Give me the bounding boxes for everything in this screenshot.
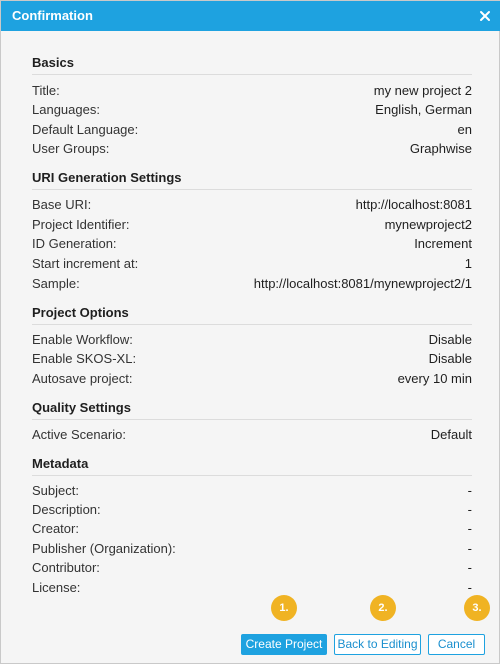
row-license: License: - bbox=[32, 580, 472, 598]
row-enable-workflow: Enable Workflow: Disable bbox=[32, 332, 472, 350]
row-label: Creator: bbox=[32, 521, 79, 536]
row-label: Publisher (Organization): bbox=[32, 541, 176, 556]
row-label: Autosave project: bbox=[32, 371, 133, 386]
row-label: Project Identifier: bbox=[32, 217, 130, 232]
row-label: Active Scenario: bbox=[32, 427, 126, 442]
row-value: http://localhost:8081/mynewproject2/1 bbox=[253, 276, 472, 291]
row-contributor: Contributor: - bbox=[32, 560, 472, 578]
row-label: Base URI: bbox=[32, 197, 92, 212]
row-label: Title: bbox=[32, 83, 60, 98]
row-value: - bbox=[467, 483, 472, 498]
row-value: Increment bbox=[414, 236, 472, 251]
row-label: User Groups: bbox=[32, 141, 110, 156]
row-value: mynewproject2 bbox=[384, 217, 472, 232]
section-divider bbox=[32, 189, 472, 190]
section-title-basics: Basics bbox=[32, 55, 74, 70]
section-title-uri: URI Generation Settings bbox=[32, 170, 182, 185]
back-to-editing-button[interactable]: Back to Editing bbox=[334, 634, 421, 655]
row-label: Description: bbox=[32, 502, 101, 517]
row-active-scenario: Active Scenario: Default bbox=[32, 427, 472, 445]
row-autosave: Autosave project: every 10 min bbox=[32, 371, 472, 389]
row-value: http://localhost:8081 bbox=[355, 197, 472, 212]
row-label: ID Generation: bbox=[32, 236, 117, 251]
step-badge-2: 2. bbox=[370, 595, 396, 621]
section-title-metadata: Metadata bbox=[32, 456, 89, 471]
step-badge-3: 3. bbox=[464, 595, 490, 621]
row-start-increment: Start increment at: 1 bbox=[32, 256, 472, 274]
row-value: English, German bbox=[375, 102, 472, 117]
row-base-uri: Base URI: http://localhost:8081 bbox=[32, 197, 472, 215]
row-value: - bbox=[467, 521, 472, 536]
row-default-language: Default Language: en bbox=[32, 122, 472, 140]
row-label: Languages: bbox=[32, 102, 100, 117]
dialog-title: Confirmation bbox=[12, 8, 93, 23]
row-publisher: Publisher (Organization): - bbox=[32, 541, 472, 559]
row-label: Enable SKOS-XL: bbox=[32, 351, 137, 366]
section-divider bbox=[32, 419, 472, 420]
cancel-button[interactable]: Cancel bbox=[428, 634, 485, 655]
row-value: - bbox=[467, 541, 472, 556]
row-enable-skos-xl: Enable SKOS-XL: Disable bbox=[32, 351, 472, 369]
step-badge-1: 1. bbox=[271, 595, 297, 621]
row-label: Sample: bbox=[32, 276, 80, 291]
close-icon[interactable] bbox=[478, 9, 492, 23]
section-divider bbox=[32, 74, 472, 75]
row-sample: Sample: http://localhost:8081/mynewproje… bbox=[32, 276, 472, 294]
row-value: Graphwise bbox=[409, 141, 472, 156]
row-subject: Subject: - bbox=[32, 483, 472, 501]
row-label: Enable Workflow: bbox=[32, 332, 133, 347]
confirmation-dialog: Confirmation Basics Title: my new projec… bbox=[0, 0, 500, 664]
row-description: Description: - bbox=[32, 502, 472, 520]
row-value: Disable bbox=[428, 332, 472, 347]
section-divider bbox=[32, 324, 472, 325]
row-value: en bbox=[457, 122, 472, 137]
row-value: 1 bbox=[464, 256, 472, 271]
row-value: my new project 2 bbox=[373, 83, 472, 98]
row-value: - bbox=[467, 502, 472, 517]
row-label: Subject: bbox=[32, 483, 79, 498]
row-label: Contributor: bbox=[32, 560, 100, 575]
row-languages: Languages: English, German bbox=[32, 102, 472, 120]
row-id-generation: ID Generation: Increment bbox=[32, 236, 472, 254]
row-title: Title: my new project 2 bbox=[32, 83, 472, 101]
row-project-identifier: Project Identifier: mynewproject2 bbox=[32, 217, 472, 235]
dialog-titlebar: Confirmation bbox=[1, 1, 500, 31]
create-project-button[interactable]: Create Project bbox=[241, 634, 327, 655]
row-value: Default bbox=[430, 427, 472, 442]
section-title-quality: Quality Settings bbox=[32, 400, 131, 415]
row-label: License: bbox=[32, 580, 81, 595]
row-creator: Creator: - bbox=[32, 521, 472, 539]
section-divider bbox=[32, 475, 472, 476]
row-value: - bbox=[467, 560, 472, 575]
section-title-options: Project Options bbox=[32, 305, 129, 320]
row-label: Default Language: bbox=[32, 122, 139, 137]
row-value: every 10 min bbox=[397, 371, 472, 386]
row-value: - bbox=[467, 580, 472, 595]
row-value: Disable bbox=[428, 351, 472, 366]
row-user-groups: User Groups: Graphwise bbox=[32, 141, 472, 159]
row-label: Start increment at: bbox=[32, 256, 139, 271]
